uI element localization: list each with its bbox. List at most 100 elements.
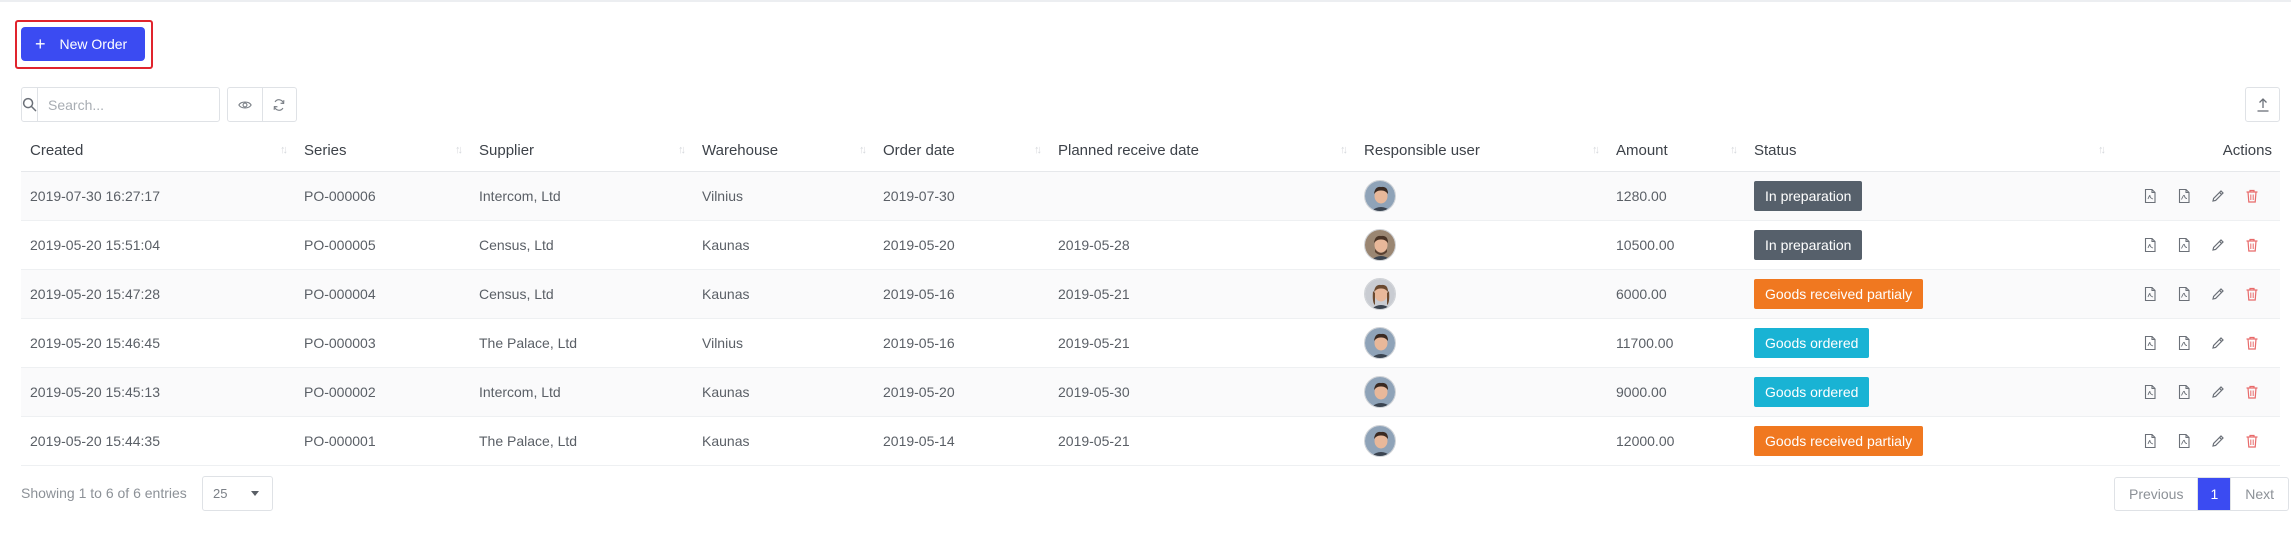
cell-planned: 2019-05-21	[1049, 416, 1355, 466]
delete-button[interactable]	[2244, 237, 2260, 253]
cell-warehouse: Kaunas	[693, 367, 874, 417]
file-pdf-icon	[2176, 238, 2192, 256]
pencil-icon	[2210, 337, 2226, 354]
cell-planned: 2019-05-21	[1049, 269, 1355, 319]
file-pdf-icon	[2176, 287, 2192, 305]
next-page-button[interactable]: Next	[2230, 478, 2288, 510]
delete-button[interactable]	[2244, 335, 2260, 351]
export-pdf-button[interactable]	[2142, 433, 2158, 449]
cell-created: 2019-05-20 15:45:13	[21, 367, 295, 417]
top-divider	[0, 0, 2291, 2]
page-length-value: 25	[213, 486, 228, 501]
cell-actions	[2113, 220, 2280, 270]
previous-page-button[interactable]: Previous	[2115, 478, 2197, 510]
print-pdf-button[interactable]	[2176, 188, 2192, 204]
cell-supplier: The Palace, Ltd	[470, 416, 693, 466]
table-info: Showing 1 to 6 of 6 entries	[21, 485, 187, 501]
file-pdf-icon	[2176, 336, 2192, 354]
export-button[interactable]	[2245, 87, 2280, 122]
cell-created: 2019-05-20 15:46:45	[21, 318, 295, 368]
print-pdf-button[interactable]	[2176, 335, 2192, 351]
edit-button[interactable]	[2210, 335, 2226, 351]
column-header[interactable]: Amount ↑↓	[1607, 131, 1745, 172]
orders-table: Created ↑↓ Series ↑↓ Supplier ↑↓ Warehouse ↑↓ Or…	[21, 131, 2280, 466]
cell-series: PO-000002	[295, 367, 470, 417]
avatar[interactable]	[1364, 277, 1396, 310]
avatar[interactable]	[1364, 179, 1396, 212]
column-header[interactable]: Actions	[2113, 131, 2280, 172]
edit-button[interactable]	[2210, 237, 2226, 253]
status-badge: Goods received partialy	[1754, 425, 1924, 456]
avatar[interactable]	[1364, 228, 1396, 261]
export-pdf-button[interactable]	[2142, 188, 2158, 204]
cell-created: 2019-05-20 15:44:35	[21, 416, 295, 466]
avatar[interactable]	[1364, 326, 1396, 359]
cell-planned: 2019-05-21	[1049, 318, 1355, 368]
table-row[interactable]: 2019-05-20 15:47:28 PO-000004 Census, Ltd K…	[21, 269, 2280, 319]
column-header[interactable]: Series ↑↓	[295, 131, 470, 172]
cell-created: 2019-07-30 16:27:17	[21, 171, 295, 221]
column-header-label: Responsible user	[1364, 142, 1480, 160]
cell-responsible-user	[1355, 269, 1607, 319]
edit-button[interactable]	[2210, 384, 2226, 400]
export-pdf-button[interactable]	[2142, 237, 2158, 253]
refresh-button[interactable]	[261, 88, 297, 121]
export-pdf-button[interactable]	[2142, 286, 2158, 302]
edit-button[interactable]	[2210, 433, 2226, 449]
sort-icon: ↑↓	[1592, 144, 1600, 156]
column-visibility-button[interactable]	[228, 88, 262, 121]
new-order-button[interactable]: + New Order	[21, 27, 145, 61]
table-row[interactable]: 2019-05-20 15:45:13 PO-000002 Intercom, Lt…	[21, 367, 2280, 417]
page-length-select[interactable]: 25	[202, 476, 273, 511]
print-pdf-button[interactable]	[2176, 384, 2192, 400]
trash-icon	[2244, 190, 2260, 207]
column-header[interactable]: Order date ↑↓	[874, 131, 1049, 172]
column-header-label: Supplier	[479, 142, 535, 160]
cell-status: Goods ordered	[1745, 367, 2113, 417]
table-row[interactable]: 2019-07-30 16:27:17 PO-000006 Intercom, Lt…	[21, 171, 2280, 221]
column-header-label: Created	[30, 142, 84, 160]
plus-icon: +	[35, 34, 46, 54]
eye-icon	[237, 100, 252, 109]
print-pdf-button[interactable]	[2176, 433, 2192, 449]
column-header[interactable]: Supplier ↑↓	[470, 131, 693, 172]
column-header[interactable]: Responsible user ↑↓	[1355, 131, 1607, 172]
delete-button[interactable]	[2244, 384, 2260, 400]
avatar[interactable]	[1364, 424, 1396, 457]
export-pdf-button[interactable]	[2142, 335, 2158, 351]
delete-button[interactable]	[2244, 188, 2260, 204]
trash-icon	[2244, 239, 2260, 256]
cell-status: Goods received partialy	[1745, 269, 2113, 319]
column-header[interactable]: Warehouse ↑↓	[693, 131, 874, 172]
status-badge: In preparation	[1754, 229, 1863, 260]
page-1-button[interactable]: 1	[2197, 478, 2231, 510]
table-row[interactable]: 2019-05-20 15:44:35 PO-000001 The Palace, …	[21, 416, 2280, 466]
sort-icon: ↑↓	[455, 144, 463, 156]
avatar[interactable]	[1364, 375, 1396, 408]
table-row[interactable]: 2019-05-20 15:51:04 PO-000005 Census, Ltd K…	[21, 220, 2280, 270]
export-pdf-button[interactable]	[2142, 384, 2158, 400]
cell-created: 2019-05-20 15:51:04	[21, 220, 295, 270]
search-input[interactable]	[38, 88, 229, 121]
delete-button[interactable]	[2244, 286, 2260, 302]
column-header-label: Amount	[1616, 142, 1668, 160]
print-pdf-button[interactable]	[2176, 237, 2192, 253]
table-row[interactable]: 2019-05-20 15:46:45 PO-000003 The Palace, …	[21, 318, 2280, 368]
column-header[interactable]: Status ↑↓	[1745, 131, 2113, 172]
delete-button[interactable]	[2244, 433, 2260, 449]
print-pdf-button[interactable]	[2176, 286, 2192, 302]
cell-warehouse: Kaunas	[693, 220, 874, 270]
edit-button[interactable]	[2210, 188, 2226, 204]
sort-icon: ↑↓	[1340, 144, 1348, 156]
cell-actions	[2113, 269, 2280, 319]
edit-button[interactable]	[2210, 286, 2226, 302]
cell-amount: 9000.00	[1607, 367, 1745, 417]
cell-series: PO-000006	[295, 171, 470, 221]
cell-order-date: 2019-05-14	[874, 416, 1049, 466]
pencil-icon	[2210, 386, 2226, 403]
column-header[interactable]: Created ↑↓	[21, 131, 295, 172]
file-pdf-icon	[2176, 385, 2192, 403]
column-header[interactable]: Planned receive date ↑↓	[1049, 131, 1355, 172]
cell-status: In preparation	[1745, 171, 2113, 221]
pencil-icon	[2210, 239, 2226, 256]
